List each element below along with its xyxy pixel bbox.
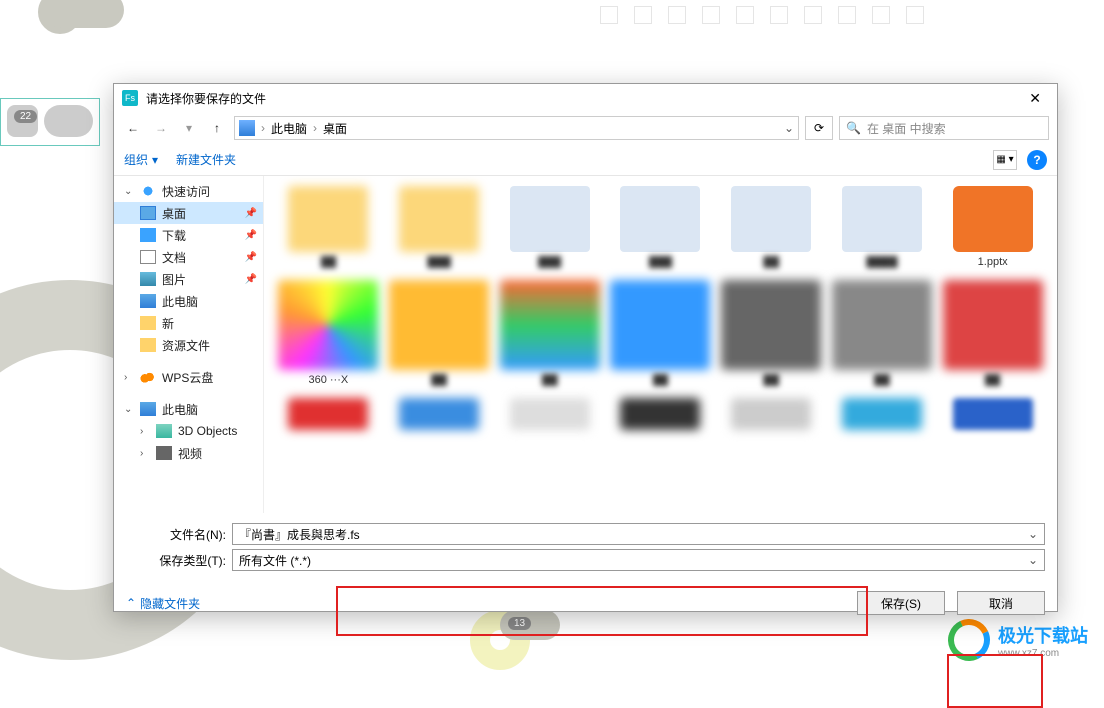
picture-icon: [140, 272, 156, 286]
file-item[interactable]: [940, 398, 1045, 430]
file-item[interactable]: [276, 398, 381, 430]
new-folder-button[interactable]: 新建文件夹: [176, 151, 236, 168]
refresh-button[interactable]: ⟳: [805, 116, 833, 140]
filename-input[interactable]: 『尚書』成長與思考.fs ⌄: [232, 523, 1045, 545]
nav-recent-button[interactable]: ▾: [178, 117, 200, 139]
file-item[interactable]: ██: [830, 280, 935, 386]
pin-icon: 📌: [245, 230, 257, 241]
folder-icon: [140, 338, 156, 352]
file-item[interactable]: ████: [830, 186, 935, 268]
search-placeholder: 在 桌面 中搜索: [867, 120, 946, 137]
dialog-title: 请选择你要保存的文件: [146, 90, 266, 107]
file-item[interactable]: ███: [608, 186, 713, 268]
breadcrumb-sep: ›: [313, 121, 317, 135]
file-item[interactable]: ██: [608, 280, 713, 386]
tree-item-pictures[interactable]: 图片📌: [114, 268, 263, 290]
file-item[interactable]: [719, 398, 824, 430]
save-button[interactable]: 保存(S): [857, 591, 945, 615]
close-button[interactable]: ✕: [1021, 86, 1049, 111]
hide-folders-link[interactable]: ⌃隐藏文件夹: [126, 595, 200, 612]
file-item[interactable]: 360 ···X: [276, 280, 381, 386]
annotation-highlight-save: [947, 654, 1043, 708]
app-top-toolbar: [600, 2, 1094, 28]
filetype-label: 保存类型(T):: [126, 552, 226, 569]
bg-pill-top: [44, 0, 124, 28]
file-item[interactable]: ██: [719, 186, 824, 268]
cloud-icon: [140, 370, 156, 384]
cube-icon: [156, 424, 172, 438]
annotation-highlight-filename: [336, 586, 868, 636]
tree-this-pc[interactable]: ⌄此电脑: [114, 398, 263, 420]
thumb-badge: 22: [14, 110, 37, 123]
chevron-down-icon[interactable]: ⌄: [1028, 553, 1038, 567]
toolbar-row: 组织 ▾ 新建文件夹 ▦ ▾ ?: [114, 144, 1057, 176]
slide-thumb[interactable]: [44, 105, 93, 137]
file-item[interactable]: ██: [497, 280, 602, 386]
pin-icon: 📌: [245, 252, 257, 263]
file-item[interactable]: ██: [276, 186, 381, 268]
file-item[interactable]: ██: [940, 280, 1045, 386]
filetype-value: 所有文件 (*.*): [239, 552, 311, 569]
file-item[interactable]: [830, 398, 935, 430]
chevron-down-icon[interactable]: ⌄: [1028, 527, 1038, 541]
pin-icon: 📌: [245, 208, 257, 219]
tree-quick-access[interactable]: ⌄快速访问: [114, 180, 263, 202]
tree-item-3d-objects[interactable]: ›3D Objects: [114, 420, 263, 442]
folder-tree: ⌄快速访问 桌面📌 下载📌 文档📌 图片📌 此电脑 新 资源文件 ›WPS云盘 …: [114, 176, 264, 513]
tree-item-desktop[interactable]: 桌面📌: [114, 202, 263, 224]
file-item[interactable]: ██: [387, 280, 492, 386]
film-icon: [156, 446, 172, 460]
filename-value: 『尚書』成長與思考.fs: [239, 526, 360, 543]
filetype-select[interactable]: 所有文件 (*.*) ⌄: [232, 549, 1045, 571]
file-item[interactable]: ███: [497, 186, 602, 268]
tree-wps-cloud[interactable]: ›WPS云盘: [114, 366, 263, 388]
file-item[interactable]: [387, 398, 492, 430]
tree-item-documents[interactable]: 文档📌: [114, 246, 263, 268]
breadcrumb-part[interactable]: 此电脑: [271, 120, 307, 137]
tree-item-videos[interactable]: ›视频: [114, 442, 263, 464]
breadcrumb[interactable]: › 此电脑 › 桌面 ⌄: [234, 116, 799, 140]
organize-menu[interactable]: 组织 ▾: [124, 151, 158, 168]
filename-label: 文件名(N):: [126, 526, 226, 543]
file-item[interactable]: ███: [387, 186, 492, 268]
pin-icon: 📌: [245, 274, 257, 285]
desktop-icon: [140, 206, 156, 220]
document-icon: [140, 250, 156, 264]
breadcrumb-sep: ›: [261, 121, 265, 135]
pc-icon: [140, 402, 156, 416]
slide-thumbnails[interactable]: [0, 98, 100, 146]
file-item[interactable]: [497, 398, 602, 430]
tree-item-folder-resources[interactable]: 资源文件: [114, 334, 263, 356]
cancel-button[interactable]: 取消: [957, 591, 1045, 615]
pc-icon: [140, 294, 156, 308]
breadcrumb-dropdown[interactable]: ⌄: [784, 121, 794, 135]
search-icon: 🔍: [846, 121, 861, 135]
drive-icon: [239, 120, 255, 136]
file-grid[interactable]: ██ ███ ███ ███ ██ ████ 1.pptx 360 ···X █…: [264, 176, 1057, 513]
chevron-down-icon: ⌃: [126, 596, 136, 610]
help-button[interactable]: ?: [1027, 150, 1047, 170]
file-item-pptx[interactable]: 1.pptx: [940, 186, 1045, 268]
download-icon: [140, 228, 156, 242]
logo-title: 极光下载站: [998, 622, 1088, 648]
chevron-down-icon: ▾: [152, 153, 158, 167]
dialog-titlebar: Fs 请选择你要保存的文件 ✕: [114, 84, 1057, 112]
folder-icon: [140, 316, 156, 330]
file-item[interactable]: [608, 398, 713, 430]
star-icon: [140, 184, 156, 198]
nav-back-button[interactable]: ←: [122, 117, 144, 139]
app-icon: Fs: [122, 90, 138, 106]
file-item[interactable]: ██: [719, 280, 824, 386]
search-input[interactable]: 🔍 在 桌面 中搜索: [839, 116, 1049, 140]
view-mode-button[interactable]: ▦ ▾: [993, 150, 1017, 170]
save-form: 文件名(N): 『尚書』成長與思考.fs ⌄ 保存类型(T): 所有文件 (*.…: [114, 513, 1057, 583]
tree-item-downloads[interactable]: 下载📌: [114, 224, 263, 246]
save-file-dialog: Fs 请选择你要保存的文件 ✕ ← → ▾ ↑ › 此电脑 › 桌面 ⌄ ⟳ 🔍…: [113, 83, 1058, 612]
tree-item-folder-new[interactable]: 新: [114, 312, 263, 334]
nav-up-button[interactable]: ↑: [206, 117, 228, 139]
nav-row: ← → ▾ ↑ › 此电脑 › 桌面 ⌄ ⟳ 🔍 在 桌面 中搜索: [114, 112, 1057, 144]
breadcrumb-part[interactable]: 桌面: [323, 120, 347, 137]
nav-forward-button[interactable]: →: [150, 117, 172, 139]
tree-item-thispc[interactable]: 此电脑: [114, 290, 263, 312]
